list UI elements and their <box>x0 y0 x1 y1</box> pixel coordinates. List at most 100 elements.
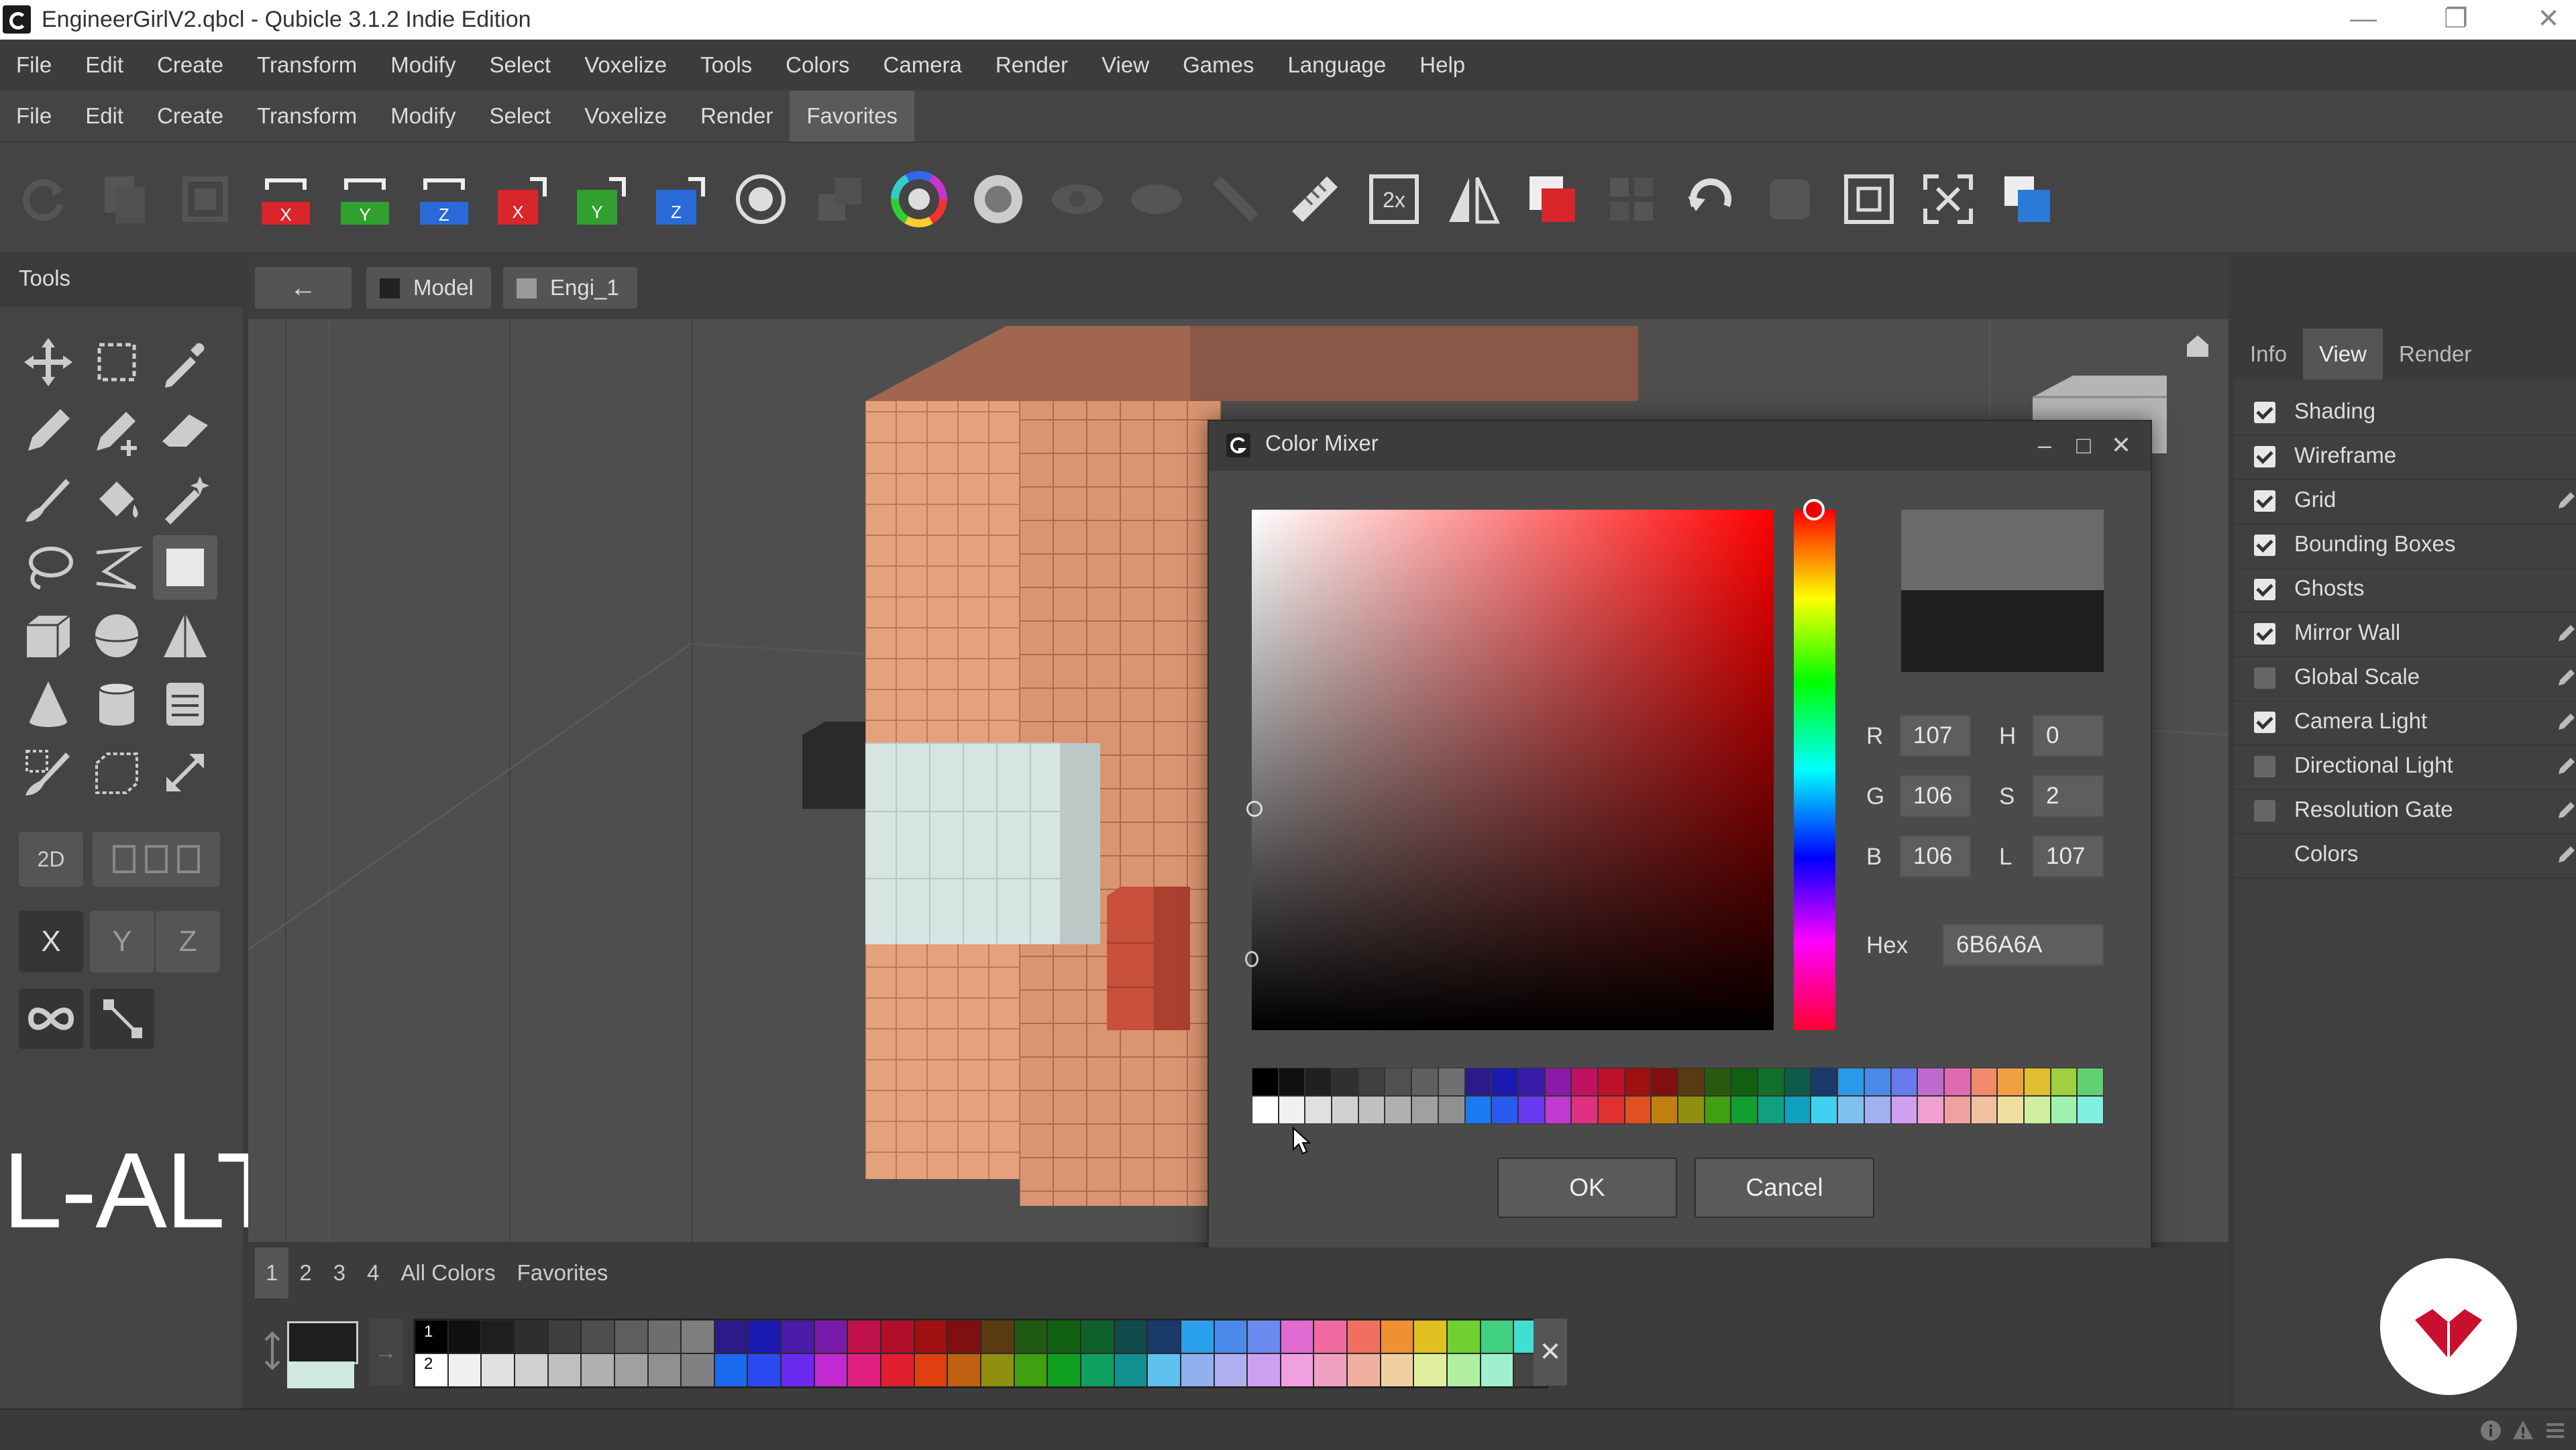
fav-menu-favorites[interactable]: Favorites <box>790 91 915 142</box>
select-box-icon[interactable] <box>85 330 149 394</box>
menu-file[interactable]: File <box>0 40 68 91</box>
palette-swatch[interactable] <box>1380 1353 1414 1387</box>
palette-swatch[interactable] <box>981 1353 1014 1387</box>
mixer-palette-swatch[interactable] <box>1597 1096 1625 1124</box>
mixer-palette-swatch[interactable] <box>1731 1096 1758 1124</box>
close-button[interactable]: ✕ <box>2512 0 2576 40</box>
mixer-palette-swatch[interactable] <box>2023 1096 2051 1124</box>
mirror-wall-edit-icon[interactable] <box>2556 624 2576 644</box>
fill-bucket-icon[interactable] <box>85 467 149 531</box>
mixer-palette-swatch[interactable] <box>1411 1096 1438 1124</box>
minimize-button[interactable]: — <box>2326 0 2400 40</box>
fav-menu-create[interactable]: Create <box>140 91 240 142</box>
mirror-wall-checkbox[interactable] <box>2254 623 2275 645</box>
menu-view[interactable]: View <box>1085 40 1166 91</box>
palette-swatch[interactable] <box>781 1353 814 1387</box>
gradient-sphere-icon[interactable] <box>969 170 1028 229</box>
palette-swatch[interactable] <box>547 1353 582 1387</box>
rotate-y-green-icon[interactable]: Y <box>572 170 631 229</box>
menu-language[interactable]: Language <box>1271 40 1403 91</box>
mixer-palette-swatch[interactable] <box>1864 1068 1891 1096</box>
tab-model[interactable]: Model <box>366 267 491 309</box>
mixer-palette-swatch[interactable] <box>1491 1096 1518 1124</box>
duplicate-blue-icon[interactable] <box>1998 170 2057 229</box>
pencil-plus-icon[interactable] <box>85 398 149 463</box>
palette-swatch[interactable] <box>1047 1320 1081 1353</box>
mixer-palette-swatch[interactable] <box>2077 1096 2104 1124</box>
menu-select[interactable]: Select <box>472 40 568 91</box>
center-pivot-icon[interactable] <box>731 170 790 229</box>
dialog-close-button[interactable]: ✕ <box>2106 431 2136 460</box>
menu-tools[interactable]: Tools <box>684 40 769 91</box>
sv-picker-handle[interactable] <box>1246 801 1263 817</box>
palette-swatch[interactable] <box>1214 1320 1248 1353</box>
tab-view[interactable]: View <box>2303 329 2383 380</box>
option-camera-light[interactable]: Camera Light <box>2234 700 2576 746</box>
mixer-palette-swatch[interactable] <box>1438 1068 1465 1096</box>
pencil-icon[interactable] <box>16 398 80 463</box>
mixer-palette-swatch[interactable] <box>1597 1068 1625 1096</box>
axis-y-toggle[interactable]: Y <box>90 911 154 972</box>
palette-swatch[interactable] <box>1014 1320 1048 1353</box>
mixer-palette-swatch[interactable] <box>1571 1096 1598 1124</box>
shadow-icon[interactable] <box>1760 170 1819 229</box>
mixer-palette-swatch[interactable] <box>1278 1096 1305 1124</box>
fav-menu-render[interactable]: Render <box>684 91 790 142</box>
mixer-palette-swatch[interactable] <box>1252 1096 1279 1124</box>
mixer-palette-swatch[interactable] <box>1784 1068 1811 1096</box>
palette-swatch[interactable] <box>614 1320 648 1353</box>
palette-swatch[interactable] <box>814 1353 848 1387</box>
menu-voxelize[interactable]: Voxelize <box>568 40 684 91</box>
mixer-palette-swatch[interactable] <box>1864 1096 1891 1124</box>
grid-checkbox[interactable] <box>2254 490 2275 512</box>
option-wireframe[interactable]: Wireframe <box>2234 435 2576 480</box>
boolean-subtract-icon[interactable] <box>1523 170 1582 229</box>
mixer-palette-swatch[interactable] <box>1332 1068 1358 1096</box>
palette-swatch[interactable] <box>514 1320 548 1353</box>
shading-checkbox[interactable] <box>2254 402 2275 423</box>
copy-icon[interactable] <box>95 170 154 229</box>
mixer-palette-swatch[interactable] <box>1358 1096 1385 1124</box>
mixer-palette-swatch[interactable] <box>1305 1068 1332 1096</box>
ghosts-checkbox[interactable] <box>2254 579 2275 600</box>
fav-menu-select[interactable]: Select <box>472 91 568 142</box>
palette-swatch[interactable] <box>481 1353 515 1387</box>
redo-icon[interactable] <box>16 170 75 229</box>
menu-help[interactable]: Help <box>1403 40 1482 91</box>
menu-modify[interactable]: Modify <box>374 40 472 91</box>
palette-swatch[interactable] <box>1114 1353 1148 1387</box>
l-input[interactable] <box>2033 836 2104 877</box>
global-scale-edit-icon[interactable] <box>2556 668 2576 688</box>
palette-swatch[interactable] <box>1413 1320 1448 1353</box>
palette-swatch[interactable] <box>714 1353 748 1387</box>
option-ghosts[interactable]: Ghosts <box>2234 567 2576 613</box>
grid-edit-icon[interactable] <box>2556 491 2576 511</box>
mixer-palette-swatch[interactable] <box>1651 1068 1678 1096</box>
cylinder-icon[interactable] <box>85 672 149 736</box>
b-input[interactable] <box>1900 836 1971 877</box>
axis-z-toggle[interactable]: Z <box>156 911 220 972</box>
menu-edit[interactable]: Edit <box>68 40 140 91</box>
fit-selection-icon[interactable] <box>1839 170 1898 229</box>
mixer-palette-swatch[interactable] <box>2050 1068 2078 1096</box>
cone-icon[interactable] <box>16 672 80 736</box>
color-mixer-titlebar[interactable]: Color Mixer – □ ✕ <box>1209 421 2151 471</box>
fit-all-icon[interactable] <box>1919 170 1978 229</box>
sphere-icon[interactable] <box>85 604 149 668</box>
option-directional-light[interactable]: Directional Light <box>2234 744 2576 790</box>
palette-swatch[interactable] <box>714 1320 748 1353</box>
hue-slider-handle[interactable] <box>1803 499 1825 520</box>
ruler-icon[interactable] <box>1285 170 1344 229</box>
palette-swatch[interactable] <box>1247 1320 1281 1353</box>
option-bounding-boxes[interactable]: Bounding Boxes <box>2234 523 2576 569</box>
palette-swatch[interactable] <box>1147 1353 1181 1387</box>
restore-button[interactable]: ❐ <box>2419 0 2493 40</box>
fav-menu-file[interactable]: File <box>0 91 68 142</box>
slice-mode-button[interactable] <box>93 832 220 887</box>
info-icon[interactable] <box>2479 1419 2502 1442</box>
move-icon[interactable] <box>16 330 80 394</box>
apply-color-arrow-icon[interactable]: → <box>369 1319 402 1386</box>
palette-swatch[interactable] <box>781 1320 814 1353</box>
fav-menu-edit[interactable]: Edit <box>68 91 140 142</box>
palette-swatch[interactable] <box>1114 1320 1148 1353</box>
